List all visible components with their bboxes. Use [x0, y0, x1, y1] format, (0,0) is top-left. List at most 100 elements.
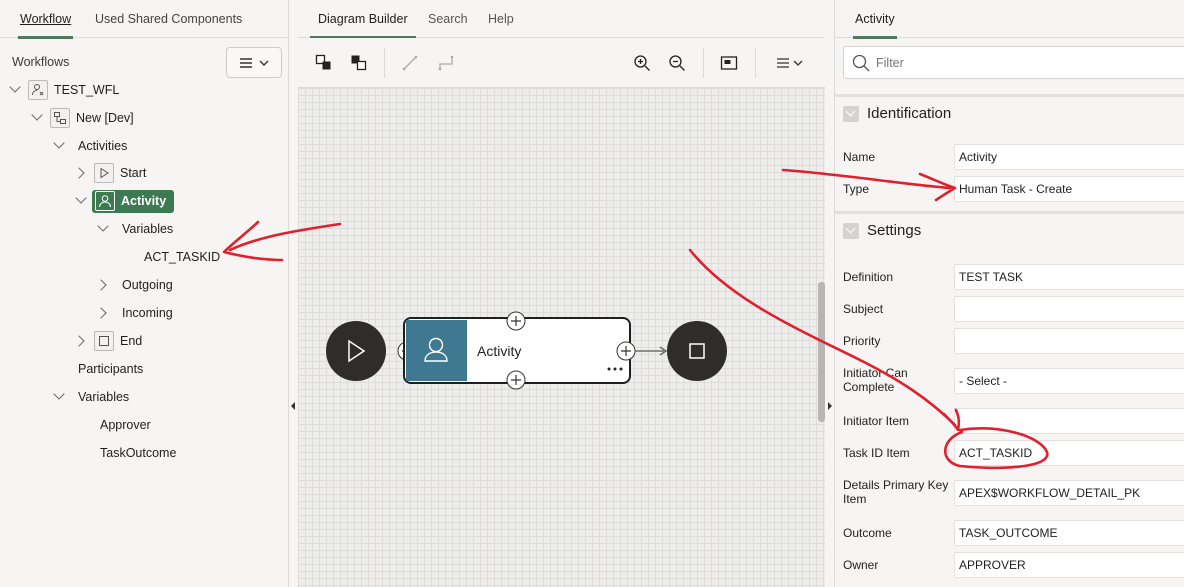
tab-workflow[interactable]: Workflow: [17, 12, 74, 39]
activity-pill-selected[interactable]: Activity: [92, 189, 175, 213]
tree-label: Approver: [100, 418, 151, 432]
end-node[interactable]: [667, 321, 727, 381]
tree-node-participants[interactable]: Participants: [78, 357, 143, 381]
prop-outcome: Outcome TASK_OUTCOME: [835, 520, 1184, 546]
zoom-out-icon[interactable]: [667, 53, 687, 73]
prop-label: Name: [843, 150, 876, 164]
chevron-down-icon[interactable]: [9, 81, 21, 93]
prop-label: Subject: [843, 302, 884, 316]
start-node[interactable]: [326, 321, 386, 381]
subject-field[interactable]: [954, 296, 1184, 322]
prop-definition: Definition TEST TASK: [835, 264, 1184, 290]
hamburger-icon: [240, 57, 252, 68]
initiator-item-field[interactable]: [954, 408, 1184, 434]
diagram-menu-icon[interactable]: [776, 53, 806, 73]
priority-field[interactable]: [954, 328, 1184, 354]
tree-menu-button[interactable]: [226, 47, 282, 78]
tree-node-act-taskid[interactable]: ACT_TASKID: [144, 245, 220, 269]
tree-node-taskoutcome[interactable]: TaskOutcome: [100, 441, 176, 465]
tree-label: Variables: [122, 222, 174, 236]
definition-field[interactable]: TEST TASK: [954, 264, 1184, 290]
tree-node-end[interactable]: End: [73, 329, 142, 353]
play-icon: [94, 163, 114, 183]
workflow-diagram: Activity: [326, 311, 727, 390]
prop-type: Type Human Task - Create: [835, 176, 1184, 202]
chevron-down-icon[interactable]: [53, 388, 65, 400]
initiator-can-complete-select[interactable]: - Select -: [954, 368, 1184, 394]
outcome-field[interactable]: TASK_OUTCOME: [954, 520, 1184, 546]
owner-field[interactable]: APPROVER: [954, 552, 1184, 578]
orthogonal-connector-icon[interactable]: [436, 53, 456, 73]
user-icon: [95, 191, 115, 211]
tab-diagram-builder[interactable]: Diagram Builder: [310, 12, 416, 39]
tree-node-incoming[interactable]: Incoming: [95, 301, 173, 325]
prop-name: Name Activity: [835, 144, 1184, 170]
collapse-right-icon[interactable]: [828, 402, 832, 410]
name-field[interactable]: Activity: [954, 144, 1184, 170]
collapse-left-icon[interactable]: [291, 402, 295, 410]
prop-priority: Priority: [835, 328, 1184, 354]
chevron-right-icon[interactable]: [95, 279, 107, 291]
prop-task-id-item: Task ID Item ACT_TASKID: [835, 440, 1184, 466]
tree-node-outgoing[interactable]: Outgoing: [95, 273, 173, 297]
tree-node-activity[interactable]: Activity: [74, 189, 175, 213]
fit-to-screen-icon[interactable]: [719, 53, 739, 73]
right-tabbar: Activity: [835, 0, 1184, 39]
tree-node-activities[interactable]: Activities: [52, 134, 127, 158]
right-splitter[interactable]: [825, 0, 834, 587]
prop-label: Type: [843, 182, 870, 196]
tab-help[interactable]: Help: [488, 12, 514, 26]
details-pk-item-field[interactable]: APEX$WORKFLOW_DETAIL_PK: [954, 480, 1184, 506]
tree-node-version[interactable]: New [Dev]: [30, 106, 134, 130]
tree-node-test-wfl[interactable]: TEST_WFL: [8, 78, 119, 102]
prop-details-pk-item: Details Primary Key Item APEX$WORKFLOW_D…: [835, 478, 1184, 506]
chevron-down-icon[interactable]: [75, 192, 87, 204]
tree-label: Incoming: [122, 306, 173, 320]
diagram-canvas[interactable]: Activity: [298, 88, 826, 587]
type-field[interactable]: Human Task - Create: [954, 176, 1184, 202]
prop-label: Priority: [843, 334, 881, 348]
prop-owner: Owner APPROVER: [835, 552, 1184, 578]
chevron-down-icon[interactable]: [53, 137, 65, 149]
chevron-right-icon[interactable]: [73, 167, 85, 179]
chevron-right-icon[interactable]: [73, 335, 85, 347]
more-options-icon: [607, 367, 623, 371]
straight-connector-icon[interactable]: [400, 53, 420, 73]
group-identification[interactable]: Identification: [835, 94, 1184, 130]
chevron-down-icon[interactable]: [97, 220, 109, 232]
tree-label: Participants: [78, 362, 144, 376]
tab-used-shared-components[interactable]: Used Shared Components: [95, 12, 242, 26]
chevron-down-icon[interactable]: [31, 109, 43, 121]
tree-label: ACT_TASKID: [144, 250, 221, 264]
zoom-in-icon[interactable]: [632, 53, 652, 73]
prop-label: Outcome: [843, 526, 892, 540]
task-id-item-field[interactable]: ACT_TASKID: [954, 440, 1184, 466]
tree-node-wf-variables[interactable]: Variables: [52, 385, 129, 409]
collapse-toggle-icon[interactable]: [843, 105, 859, 122]
tab-activity[interactable]: Activity: [853, 12, 897, 39]
left-splitter[interactable]: [289, 0, 298, 587]
add-connector-icon[interactable]: [616, 341, 636, 361]
canvas-scrollbar[interactable]: [818, 282, 825, 422]
add-connector-icon[interactable]: [506, 311, 526, 331]
prop-initiator-can-complete: Initiator Can Complete - Select -: [835, 366, 1184, 394]
collapse-toggle-icon[interactable]: [843, 222, 859, 239]
prop-label: Initiator Can Complete: [843, 366, 908, 394]
filter-box[interactable]: [843, 46, 1184, 79]
arrange-back-icon[interactable]: [349, 53, 369, 73]
chevron-right-icon[interactable]: [95, 307, 107, 319]
tree-label: TEST_WFL: [54, 83, 120, 97]
tab-search[interactable]: Search: [428, 12, 468, 26]
filter-input[interactable]: [876, 55, 1156, 70]
arrange-front-icon[interactable]: [314, 53, 334, 73]
tree-node-start[interactable]: Start: [73, 161, 146, 185]
group-settings[interactable]: Settings: [835, 211, 1184, 247]
prop-label: Task ID Item: [843, 446, 910, 460]
prop-subject: Subject: [835, 296, 1184, 322]
tree-node-variables[interactable]: Variables: [96, 217, 173, 241]
left-tabbar: Workflow Used Shared Components: [0, 0, 288, 39]
property-editor-pane: Activity Identification Name Activity Ty…: [834, 0, 1184, 587]
tree-node-approver[interactable]: Approver: [100, 413, 151, 437]
add-connector-icon[interactable]: [506, 370, 526, 390]
group-title: Settings: [867, 222, 922, 239]
